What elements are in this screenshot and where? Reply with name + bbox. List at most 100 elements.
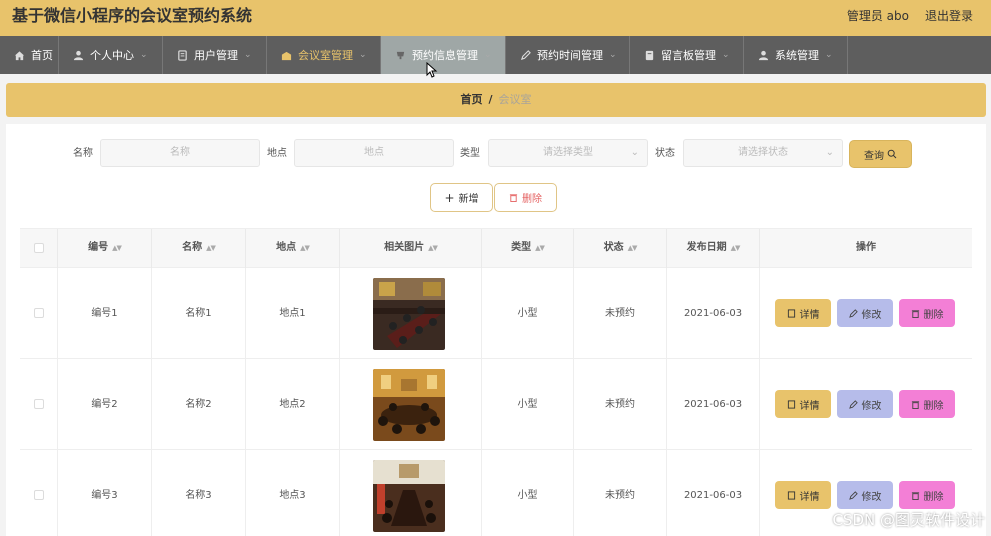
meeting-room-photo[interactable] [373,369,445,441]
nav-label: 预约时间管理 [537,49,603,62]
query-button-label: 查询 [864,150,884,162]
batch-delete-button[interactable]: 删除 [494,183,557,212]
nav-item-system-management[interactable]: 系统管理 ⌄ [744,36,848,74]
sort-icon: ▲▼ [206,244,216,252]
nav-item-home[interactable]: 首页 [0,36,59,74]
cell-status: 未预约 [574,450,667,536]
header-date[interactable]: 发布日期 ▲▼ [667,229,760,269]
edit-icon [848,399,858,409]
status-select-placeholder: 请选择状态 [738,147,788,158]
nav-item-booking-info[interactable]: 预约信息管理 ⌄ [381,36,506,74]
logout-link[interactable]: 退出登录 [925,9,973,23]
breadcrumb-home[interactable]: 首页 [460,93,482,106]
cell-type: 小型 [482,359,574,450]
chevron-down-icon: ⌄ [244,50,252,60]
trash-icon [509,193,518,202]
table-header: 编号 ▲▼ 名称 ▲▼ 地点 ▲▼ 相关图片 ▲▼ 类型 ▲▼ 状态 ▲▼ 发布日期 ▲▼ 操… [20,228,972,269]
meeting-room-photo[interactable] [373,278,445,350]
sort-icon: ▲▼ [730,244,741,252]
header-image[interactable]: 相关图片 ▲▼ [340,229,482,269]
row-checkbox[interactable] [34,399,44,409]
search-icon [887,149,897,159]
filter-status-label: 状态 [655,148,675,159]
add-button[interactable]: + 新增 [430,183,493,212]
delete-button[interactable]: 删除 [899,390,955,418]
chevron-down-icon: ⌄ [484,50,492,60]
nav-item-message-board[interactable]: 留言板管理 ⌄ [630,36,744,74]
detail-button[interactable]: 详情 [775,481,831,509]
filter-name-label: 名称 [73,148,93,159]
header-type[interactable]: 类型 ▲▼ [482,229,574,269]
row-checkbox[interactable] [34,308,44,318]
cell-status: 未预约 [574,268,667,359]
cell-id: 编号2 [58,359,152,450]
cell-date: 2021-06-03 [667,359,760,450]
edit-label: 修改 [861,309,882,321]
query-button[interactable]: 查询 [849,140,912,168]
admin-user-label: 管理员 abo [846,9,909,23]
header-status[interactable]: 状态 ▲▼ [574,229,667,269]
user-icon [758,50,769,61]
mouse-cursor-icon [426,61,438,82]
delete-button[interactable]: 删除 [899,481,955,509]
edit-button[interactable]: 修改 [837,390,893,418]
document-icon [787,399,796,409]
cell-id: 编号1 [58,268,152,359]
header-label: 发布日期 [686,242,727,253]
cell-date: 2021-06-03 [667,268,760,359]
cup-icon [395,50,406,61]
breadcrumb-separator: / [488,93,493,106]
cell-place: 地点2 [246,359,340,450]
header-place[interactable]: 地点 ▲▼ [246,229,340,269]
detail-label: 详情 [799,309,820,321]
detail-button[interactable]: 详情 [775,299,831,327]
nav-item-personal-center[interactable]: 个人中心 ⌄ [59,36,163,74]
app-title: 基于微信小程序的会议室预约系统 [12,6,253,25]
header-label: 相关图片 [384,242,425,253]
detail-button[interactable]: 详情 [775,390,831,418]
document-icon [787,490,796,500]
nav-item-user-management[interactable]: 用户管理 ⌄ [163,36,267,74]
cell-place: 地点3 [246,450,340,536]
edit-button[interactable]: 修改 [837,481,893,509]
nav-item-booking-time[interactable]: 预约时间管理 ⌄ [506,36,630,74]
sort-icon: ▲▼ [535,244,545,252]
header-select-cell [20,229,58,269]
sort-icon: ▲▼ [112,244,122,252]
delete-label: 删除 [923,491,944,503]
row-checkbox[interactable] [34,490,44,500]
chevron-down-icon: ⌄ [140,50,148,60]
meeting-room-photo[interactable] [373,460,445,532]
trash-icon [911,400,920,409]
delete-button[interactable]: 删除 [899,299,955,327]
header-label: 名称 [182,242,203,253]
add-button-label: 新增 [458,194,479,205]
filter-type-label: 类型 [460,148,480,159]
cell-id: 编号3 [58,450,152,536]
header-name[interactable]: 名称 ▲▼ [152,229,246,269]
cell-type: 小型 [482,450,574,536]
edit-button[interactable]: 修改 [837,299,893,327]
name-search-input[interactable]: 名称 [100,139,260,167]
select-all-checkbox[interactable] [34,243,44,253]
nav-label: 首页 [31,49,53,62]
trash-icon [911,491,920,500]
header-actions: 操作 [760,229,972,269]
table-row: 编号2 名称2 地点2 小型 未预约 2021-06-03 详情 修改 删除 [20,359,972,450]
main-nav: 首页 个人中心 ⌄ 用户管理 ⌄ 会议室管理 ⌄ 预约信息管理 ⌄ 预约时间管理 ⌄ 留言… [0,36,991,74]
detail-label: 详情 [799,400,820,412]
nav-label: 系统管理 [775,49,819,62]
detail-label: 详情 [799,491,820,503]
delete-label: 删除 [923,309,944,321]
type-select[interactable]: 请选择类型 ⌄ [488,139,648,167]
watermark: CSDN @图灵软件设计 [832,511,985,529]
breadcrumb-current: 会议室 [498,93,532,106]
header-id[interactable]: 编号 ▲▼ [58,229,152,269]
chevron-down-icon: ⌄ [722,50,730,60]
cell-place: 地点1 [246,268,340,359]
header-label: 状态 [603,242,624,253]
cell-name: 名称1 [152,268,246,359]
status-select[interactable]: 请选择状态 ⌄ [683,139,843,167]
place-search-input[interactable]: 地点 [294,139,454,167]
nav-item-meeting-room-management[interactable]: 会议室管理 ⌄ [267,36,381,74]
